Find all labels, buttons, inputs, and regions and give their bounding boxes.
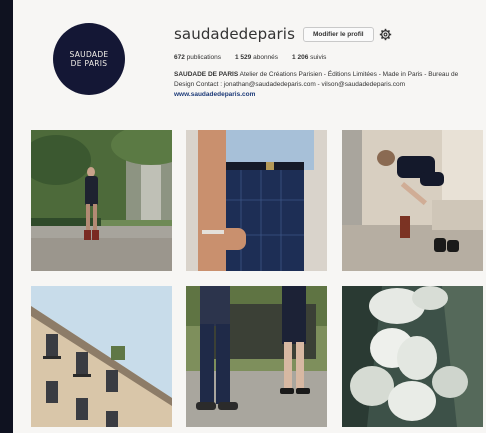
profile-header: saudadedeparis Modifier le profil 672 pu… (174, 24, 464, 100)
post-thumbnail[interactable] (342, 130, 483, 271)
following-stat[interactable]: 1 206 suivis (292, 54, 326, 61)
bio-name: SAUDADE DE PARIS (174, 71, 239, 78)
avatar-text-line2: DE PARIS (70, 59, 108, 68)
profile-avatar[interactable]: SAUDADE DE PARIS (53, 23, 125, 95)
gear-icon[interactable] (379, 28, 392, 41)
avatar-text-line1: SAUDADE (69, 50, 109, 59)
post-thumbnail[interactable] (186, 130, 327, 271)
bio-link[interactable]: www.saudadedeparis.com (174, 91, 255, 98)
posts-stat: 672 publications (174, 54, 221, 61)
profile-stats: 672 publications 1 529 abonnés 1 206 sui… (174, 54, 464, 61)
post-thumbnail[interactable] (342, 286, 483, 427)
followers-stat[interactable]: 1 529 abonnés (235, 54, 278, 61)
post-thumbnail[interactable] (186, 286, 327, 427)
profile-bio: SAUDADE DE PARIS Atelier de Créations Pa… (174, 70, 466, 100)
username: saudadedeparis (174, 25, 295, 43)
post-thumbnail[interactable] (31, 286, 172, 427)
edit-profile-button[interactable]: Modifier le profil (303, 26, 374, 42)
post-thumbnail[interactable] (31, 130, 172, 271)
